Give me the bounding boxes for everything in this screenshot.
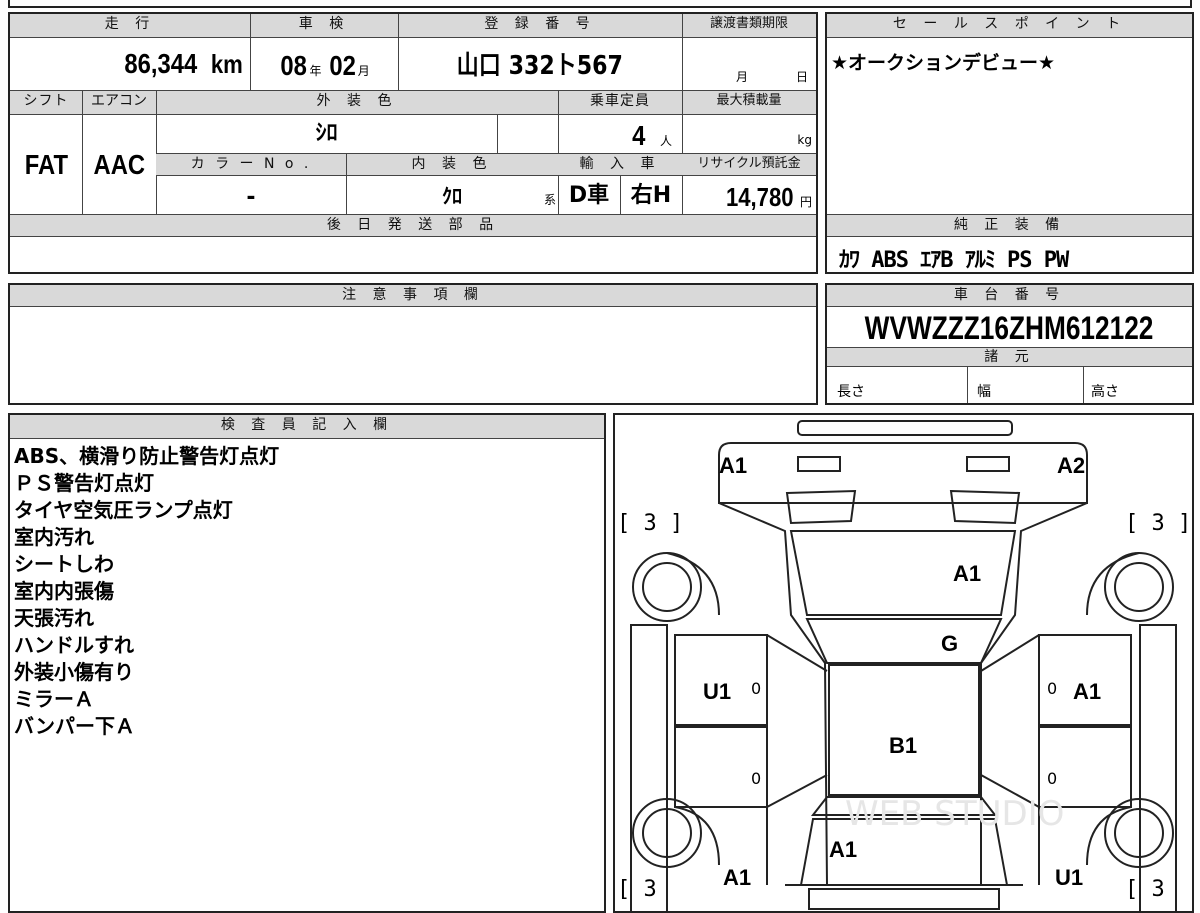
spec-height-label: 高さ (1091, 384, 1119, 400)
max-load-header: 最大積載量 (682, 91, 816, 115)
mileage-unit: km (211, 49, 244, 79)
damage-diagram-box: WEB STUDIO A1 A2 A1 G U1 A1 B1 A1 A1 U1 … (613, 413, 1194, 913)
aircon-header: エアコン (82, 91, 156, 115)
exterior-color-header: 外 装 色 (156, 91, 558, 115)
inspector-line: 外装小傷有り (14, 660, 134, 684)
inspector-line: ＰＳ警告灯点灯 (14, 471, 154, 495)
chassis-header: 車 台 番 号 (827, 285, 1192, 307)
chassis-value: WVWZZZ16ZHM612122 (865, 310, 1154, 346)
tire-mark-rear-left: [ 3 (617, 877, 657, 902)
mark-rear-right: U1 (1055, 865, 1084, 890)
zero-mark: 0 (751, 769, 762, 788)
tire-mark-front-right: [ 3 ] (1125, 511, 1192, 536)
inspector-line: タイヤ空気圧ランプ点灯 (14, 498, 233, 522)
transfer-deadline-header: 譲渡書類期限 (682, 14, 816, 38)
inspector-lines: ABS、横滑り防止警告灯点灯 ＰＳ警告灯点灯 タイヤ空気圧ランプ点灯 室内汚れ … (14, 443, 594, 740)
sales-point-box: セ ー ル ス ポ イ ン ト ★オークションデビュー★ 純 正 装 備 ｶﾜ … (825, 12, 1194, 274)
spec-length-label: 長さ (837, 384, 865, 400)
mark-right-front-door: A1 (1073, 679, 1102, 704)
transfer-month-unit: 月 (736, 70, 749, 84)
inspector-line: バンパー下Ａ (14, 714, 135, 738)
registration-value: 山口 332ト567 (456, 51, 624, 81)
notes-header: 注 意 事 項 欄 (10, 285, 816, 307)
mileage-header: 走 行 (10, 14, 250, 38)
transfer-day-unit: 日 (796, 70, 809, 84)
inspection-month-unit: 月 (357, 64, 370, 78)
specs-header: 諸 元 (827, 347, 1192, 367)
mileage-value: 86,344 (124, 48, 197, 79)
exterior-color-value: ｼﾛ (315, 121, 338, 146)
sales-point-text: ★オークションデビュー★ (831, 52, 1056, 74)
interior-color-value: ｸﾛ 系 (346, 176, 558, 214)
spec-width-label: 幅 (977, 384, 991, 400)
inspector-header: 検 査 員 記 入 欄 (10, 415, 604, 439)
mark-rear-left: A1 (723, 865, 752, 890)
capacity-value: 4 人 (632, 120, 672, 151)
top-cutoff-row (8, 0, 1192, 8)
mark-windshield: G (941, 631, 959, 656)
shift-value: FAT (24, 149, 68, 180)
mileage-cell: 86,344 km (10, 38, 250, 90)
tire-mark-front-left: [ 3 ] (617, 511, 684, 536)
later-parts-header: 後 日 発 送 部 品 (10, 215, 816, 237)
mark-roof: B1 (889, 733, 918, 758)
genuine-equipment-header: 純 正 装 備 (827, 215, 1192, 237)
inspector-box: 検 査 員 記 入 欄 ABS、横滑り防止警告灯点灯 ＰＳ警告灯点灯 タイヤ空気… (8, 413, 606, 913)
recycle-header: リサイクル預託金 (682, 154, 816, 176)
inspector-line: 室内汚れ (14, 525, 94, 549)
mark-front-right: A2 (1057, 453, 1086, 478)
inspection-month: 02 (328, 50, 356, 81)
tire-mark-rear-right: [ 3 (1125, 877, 1165, 902)
mark-hood: A1 (953, 561, 982, 586)
capacity-header: 乗車定員 (558, 91, 682, 115)
inspector-line: ハンドルすれ (14, 633, 134, 657)
mark-left-front-door: U1 (703, 679, 732, 704)
car-outline-diagram: WEB STUDIO (630, 420, 1177, 911)
color-no-value: - (246, 185, 256, 210)
registration-header: 登 録 番 号 (398, 14, 682, 38)
inspector-line: ミラーＡ (14, 687, 94, 711)
color-no-header: カ ラ ー N o . (156, 154, 346, 176)
vehicle-info-table: 走 行 車 検 登 録 番 号 譲渡書類期限 86,344 km 08 年 02 月… (8, 12, 818, 274)
registration-cell: 山口 332ト567 (398, 38, 682, 90)
aircon-value: AAC (93, 149, 145, 180)
inspection-cell: 08 年 02 月 (250, 38, 398, 90)
inspector-line: 室内内張傷 (14, 579, 114, 603)
later-parts-value (10, 237, 816, 272)
zero-mark: 0 (1047, 769, 1058, 788)
interior-color-header: 内 装 色 (346, 154, 558, 176)
inspector-line: 天張汚れ (14, 606, 94, 630)
mark-front-left: A1 (719, 453, 748, 478)
inspection-year-unit: 年 (309, 64, 322, 78)
import-value-2: 右H (630, 183, 672, 208)
notes-box: 注 意 事 項 欄 (8, 283, 818, 405)
shift-header: シフト (10, 91, 82, 115)
inspection-header: 車 検 (250, 14, 398, 38)
sales-point-header: セ ー ル ス ポ イ ン ト (827, 14, 1192, 38)
inspection-year: 08 (280, 50, 308, 81)
max-load-value: kg (797, 133, 812, 147)
mark-trunk: A1 (829, 837, 858, 862)
genuine-equipment-text: ｶﾜ ABS ｴｱB ｱﾙﾐ PS PW (839, 248, 1069, 273)
zero-mark: 0 (1047, 679, 1058, 698)
chassis-box: 車 台 番 号 WVWZZZ16ZHM612122 諸 元 長さ 幅 高さ (825, 283, 1194, 405)
transfer-deadline-cell: 月 日 (682, 38, 816, 90)
diagram-watermark: WEB STUDIO (845, 794, 1064, 834)
import-value-1: D車 (568, 183, 610, 208)
zero-mark: 0 (751, 679, 762, 698)
recycle-value: 14,780 円 (726, 182, 812, 212)
import-header: 輸 入 車 (558, 154, 682, 176)
inspector-line: ABS、横滑り防止警告灯点灯 (14, 444, 280, 468)
inspector-line: シートしわ (14, 552, 114, 576)
